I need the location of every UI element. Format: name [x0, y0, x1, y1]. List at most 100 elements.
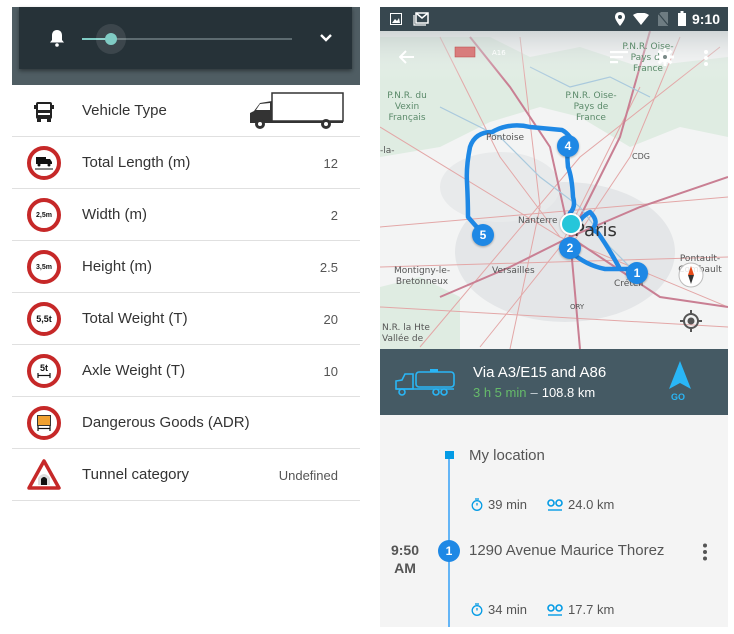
route-planner-screen: A16 P.N.R. du Vexin Français P.N.R. Oise… [380, 7, 728, 627]
setting-label: Tunnel category [82, 466, 190, 483]
setting-row-tunnel-category[interactable]: Tunnel category Undefined [12, 449, 360, 501]
gallery-icon [390, 13, 402, 25]
map-label-oise: P.N.R. Oise- Pays de France [565, 91, 617, 123]
go-button[interactable]: GO [660, 357, 700, 411]
height-limit-sign-icon: 3,5m [27, 250, 61, 284]
wifi-icon [633, 13, 649, 25]
truck-settings-panel: Vehicle Type Total Length (m) 12 2,5m Wi… [12, 7, 360, 507]
road-shield [454, 46, 476, 58]
map-label-la: -la- [380, 146, 395, 156]
sort-icon[interactable] [610, 51, 628, 64]
width-limit-sign-icon: 2,5m [27, 198, 61, 232]
stop-eta: 9:50 AM [388, 541, 422, 577]
sign-text: 3,5m [36, 263, 52, 271]
status-bar: 9:10 [380, 7, 728, 31]
start-marker [445, 451, 454, 459]
axle-weight-sign-icon: 5t [27, 354, 61, 388]
start-location-name[interactable]: My location [469, 447, 545, 464]
map-label-pontoise: Pontoise [486, 133, 525, 143]
navigation-arrow-icon [669, 361, 691, 389]
setting-value: 2.5 [319, 260, 338, 275]
current-location-marker [560, 213, 582, 235]
setting-row-axle-weight[interactable]: 5t Axle Weight (T) 10 [12, 345, 360, 397]
setting-value: 20 [323, 312, 338, 327]
route-distance: 108.8 km [541, 385, 596, 400]
route-title: Via A3/E15 and A86 [473, 364, 607, 381]
vehicle-settings-list: Vehicle Type Total Length (m) 12 2,5m Wi… [12, 85, 360, 501]
eta-period: AM [394, 560, 416, 576]
setting-label: Width (m) [82, 206, 147, 223]
tanker-truck-icon [395, 369, 455, 396]
setting-row-total-length[interactable]: Total Length (m) 12 [12, 137, 360, 189]
setting-value: Undefined [278, 468, 338, 483]
map-label-vallee: N.R. la Hte Vallée de [382, 323, 430, 344]
map-label-versailles: Versailles [492, 266, 535, 276]
route-duration: 3 h 5 min [473, 385, 527, 400]
more-vert-icon[interactable] [703, 50, 709, 66]
sign-text: 5,5t [36, 314, 52, 324]
bell-icon [50, 30, 64, 47]
timer-icon [471, 498, 483, 511]
location-icon [615, 12, 625, 26]
setting-row-dangerous-goods[interactable]: Dangerous Goods (ADR) [12, 397, 360, 449]
itinerary-list: My location 39 min 24.0 km 9:50 AM 1 129… [380, 415, 728, 627]
chevron-down-icon[interactable] [319, 31, 333, 45]
truck-front-icon [34, 102, 54, 122]
gear-icon[interactable] [656, 48, 674, 66]
volume-popup [19, 7, 352, 69]
leg-time: 34 min [488, 602, 528, 617]
map-label-vexin: P.N.R. du Vexin Français [387, 91, 427, 123]
status-time: 9:10 [691, 11, 720, 27]
no-sim-icon [658, 12, 668, 26]
waypoint-marker[interactable]: 2 [559, 237, 581, 259]
my-location-icon[interactable] [680, 310, 702, 332]
leg-time: 39 min [488, 497, 528, 512]
leg-info: 34 min 17.7 km [471, 602, 614, 617]
length-limit-sign-icon [27, 146, 61, 180]
gmail-icon [413, 12, 429, 26]
setting-row-height[interactable]: 3,5m Height (m) 2.5 [12, 241, 360, 293]
leg-info: 39 min 24.0 km [471, 497, 614, 512]
compass-icon[interactable] [678, 262, 704, 288]
sign-text: 2,5m [36, 211, 52, 219]
road-shield-label: A16 [492, 49, 506, 57]
route-summary-bar[interactable]: Via A3/E15 and A86 3 h 5 min –108.8 km GO [380, 349, 728, 415]
waypoint-marker[interactable]: 4 [557, 135, 579, 157]
timer-icon [471, 603, 483, 616]
weight-limit-sign-icon: 5,5t [27, 302, 61, 336]
setting-value: 10 [323, 364, 338, 379]
setting-label: Height (m) [82, 258, 153, 275]
leg-distance: 17.7 km [568, 602, 615, 617]
setting-row-width[interactable]: 2,5m Width (m) 2 [12, 189, 360, 241]
stop-number-badge: 1 [438, 540, 460, 562]
map-label-nanterre: Nanterre [518, 216, 558, 226]
battery-icon [678, 11, 686, 26]
stop-name[interactable]: 1290 Avenue Maurice Thorez [469, 542, 664, 559]
map-label-cdg: CDG [632, 152, 650, 161]
map-label-montigny: Montigny-le- Bretonneux [393, 266, 451, 287]
go-label: GO [671, 392, 686, 402]
setting-label: Axle Weight (T) [82, 362, 186, 379]
setting-label: Vehicle Type [82, 102, 167, 119]
setting-value: 2 [330, 208, 338, 223]
setting-row-vehicle-type[interactable]: Vehicle Type [12, 85, 360, 137]
eta-time: 9:50 [390, 542, 420, 558]
dangerous-goods-sign-icon [27, 406, 61, 440]
arrow-left-icon[interactable] [399, 50, 415, 64]
leg-distance: 24.0 km [568, 497, 615, 512]
map-view[interactable]: A16 P.N.R. du Vexin Français P.N.R. Oise… [380, 7, 728, 349]
sign-text: 5t [39, 363, 48, 373]
setting-row-total-weight[interactable]: 5,5t Total Weight (T) 20 [12, 293, 360, 345]
setting-value: 12 [323, 156, 338, 171]
urban-area-west [440, 152, 560, 222]
more-vert-icon[interactable] [702, 543, 708, 561]
tunnel-sign-icon [27, 459, 61, 490]
waypoint-marker[interactable]: 1 [626, 262, 648, 284]
setting-label: Total Length (m) [82, 154, 191, 171]
map-label-ory: ORY [570, 303, 585, 311]
route-separator: – [530, 385, 538, 400]
distance-icon [547, 603, 563, 616]
distance-icon [547, 498, 563, 511]
setting-label: Total Weight (T) [82, 310, 188, 327]
waypoint-marker[interactable]: 5 [472, 224, 494, 246]
